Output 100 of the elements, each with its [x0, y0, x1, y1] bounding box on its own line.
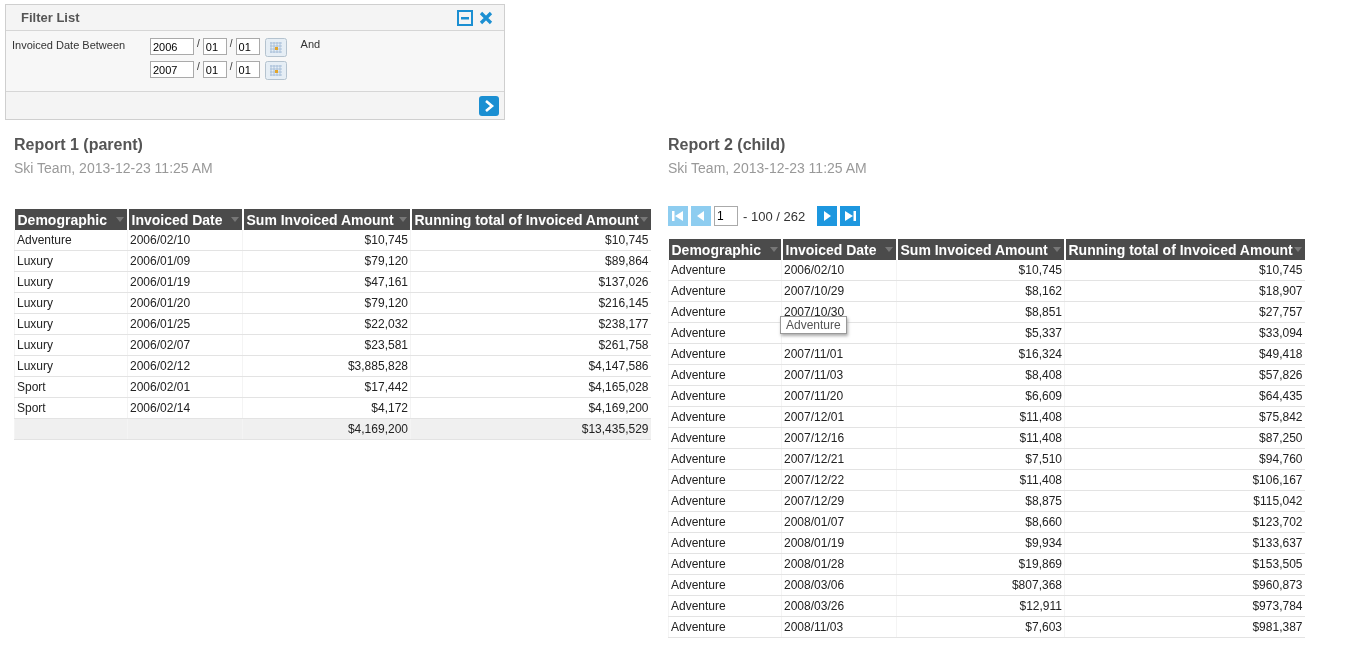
date-separator: /	[196, 38, 201, 49]
table-cell: Adventure	[668, 364, 782, 386]
table-cell: $87,250	[1064, 427, 1305, 449]
calendar-icon[interactable]	[264, 38, 287, 57]
year-field[interactable]: 2006	[150, 38, 194, 55]
table-cell: 2007/12/29	[781, 490, 897, 512]
sort-caret-icon[interactable]	[230, 217, 239, 222]
table-cell: Adventure	[668, 406, 782, 428]
table-cell: $8,875	[896, 490, 1065, 512]
table-cell: $79,120	[242, 250, 411, 272]
table-cell: $153,505	[1064, 553, 1305, 575]
sort-caret-icon[interactable]	[1293, 247, 1302, 252]
table-cell: 2008/01/07	[781, 511, 897, 533]
table-cell: Sport	[14, 376, 128, 398]
table-cell: Adventure	[668, 427, 782, 449]
table-cell: 2007/11/20	[781, 385, 897, 407]
table-cell: 2006/02/14	[127, 397, 243, 419]
table-cell: $8,851	[896, 301, 1065, 323]
column-header[interactable]: Sum Invoiced Amount	[896, 239, 1065, 260]
column-header[interactable]: Demographic	[668, 239, 782, 260]
table-cell: Luxury	[14, 292, 128, 314]
table-cell: $89,864	[410, 250, 651, 272]
sort-caret-icon[interactable]	[769, 247, 778, 252]
go-button[interactable]	[479, 95, 499, 116]
table-cell: $11,408	[896, 427, 1065, 449]
table-cell: Adventure	[668, 616, 782, 638]
table-cell: $216,145	[410, 292, 651, 314]
report-subtitle: Ski Team, 2013-12-23 11:25 AM	[668, 160, 868, 176]
table-cell: $9,934	[896, 532, 1065, 554]
table-cell: $807,368	[896, 574, 1065, 596]
table-cell: Adventure	[668, 280, 782, 302]
table-cell: $16,324	[896, 343, 1065, 365]
table-cell: $47,161	[242, 271, 411, 293]
next-page-button[interactable]	[817, 206, 838, 226]
table-cell: $22,032	[242, 313, 411, 335]
table-cell: $3,885,828	[242, 355, 411, 377]
column-header[interactable]: Invoiced Date	[781, 239, 897, 260]
last-page-button[interactable]	[840, 206, 861, 226]
sort-caret-icon[interactable]	[1052, 247, 1061, 252]
panel-title: Filter List	[21, 10, 81, 25]
report-title: Report 1 (parent)	[14, 136, 144, 154]
table-cell: Luxury	[14, 334, 128, 356]
table-cell: 2006/02/12	[127, 355, 243, 377]
column-header[interactable]: Invoiced Date	[127, 209, 243, 230]
tooltip: Adventure	[780, 316, 847, 334]
year-field[interactable]: 2007	[150, 61, 194, 78]
table-cell: Adventure	[668, 595, 782, 617]
table-cell: 2006/01/20	[127, 292, 243, 314]
close-icon[interactable]	[478, 9, 494, 26]
table-cell: $10,745	[896, 260, 1065, 281]
table-cell: $11,408	[896, 469, 1065, 491]
table-cell: $115,042	[1064, 490, 1305, 512]
month-field[interactable]: 01	[202, 61, 227, 78]
sort-caret-icon[interactable]	[115, 217, 124, 222]
sort-caret-icon[interactable]	[398, 217, 407, 222]
table-cell: $106,167	[1064, 469, 1305, 491]
table-cell: $5,337	[896, 322, 1065, 344]
table-cell: $23,581	[242, 334, 411, 356]
column-header[interactable]: Demographic	[14, 209, 128, 230]
table-cell: $4,147,586	[410, 355, 651, 377]
table-cell: 2006/01/19	[127, 271, 243, 293]
day-field[interactable]: 01	[235, 38, 260, 55]
table-cell: $8,408	[896, 364, 1065, 386]
month-field[interactable]: 01	[202, 38, 227, 55]
table-cell: $238,177	[410, 313, 651, 335]
table-cell: Adventure	[668, 574, 782, 596]
table-cell: $6,609	[896, 385, 1065, 407]
table-cell: $7,603	[896, 616, 1065, 638]
calendar-icon[interactable]	[264, 61, 287, 80]
table-cell: 2008/01/28	[781, 553, 897, 575]
table-cell: 2007/11/01	[781, 343, 897, 365]
sort-caret-icon[interactable]	[884, 247, 893, 252]
table-cell: Adventure	[668, 532, 782, 554]
table-cell: Adventure	[668, 301, 782, 323]
table-cell: 2007/12/01	[781, 406, 897, 428]
table-cell: $7,510	[896, 448, 1065, 470]
table-cell: $8,162	[896, 280, 1065, 302]
minimize-icon[interactable]	[457, 9, 473, 26]
table-cell: 2007/10/29	[781, 280, 897, 302]
table-cell: Luxury	[14, 313, 128, 335]
table-cell: $8,660	[896, 511, 1065, 533]
table-cell: $19,869	[896, 553, 1065, 575]
table-cell: $12,911	[896, 595, 1065, 617]
table-cell: 2008/01/19	[781, 532, 897, 554]
table-cell: $57,826	[1064, 364, 1305, 386]
table-cell: Adventure	[668, 469, 782, 491]
column-header[interactable]: Running total of Invoiced Amount	[1064, 239, 1305, 260]
table-cell: $10,745	[242, 230, 411, 251]
sort-caret-icon[interactable]	[639, 217, 648, 222]
table-cell: 2006/01/09	[127, 250, 243, 272]
day-field[interactable]: 01	[235, 61, 260, 78]
table-cell: $973,784	[1064, 595, 1305, 617]
column-header[interactable]: Running total of Invoiced Amount	[410, 209, 651, 230]
table-cell: $261,758	[410, 334, 651, 356]
table-cell: Adventure	[668, 490, 782, 512]
column-header[interactable]: Sum Invoiced Amount	[242, 209, 411, 230]
table-cell: $4,165,028	[410, 376, 651, 398]
page-field[interactable]: 1	[714, 206, 738, 226]
table-cell: 2008/11/03	[781, 616, 897, 638]
table-cell: $33,094	[1064, 322, 1305, 344]
